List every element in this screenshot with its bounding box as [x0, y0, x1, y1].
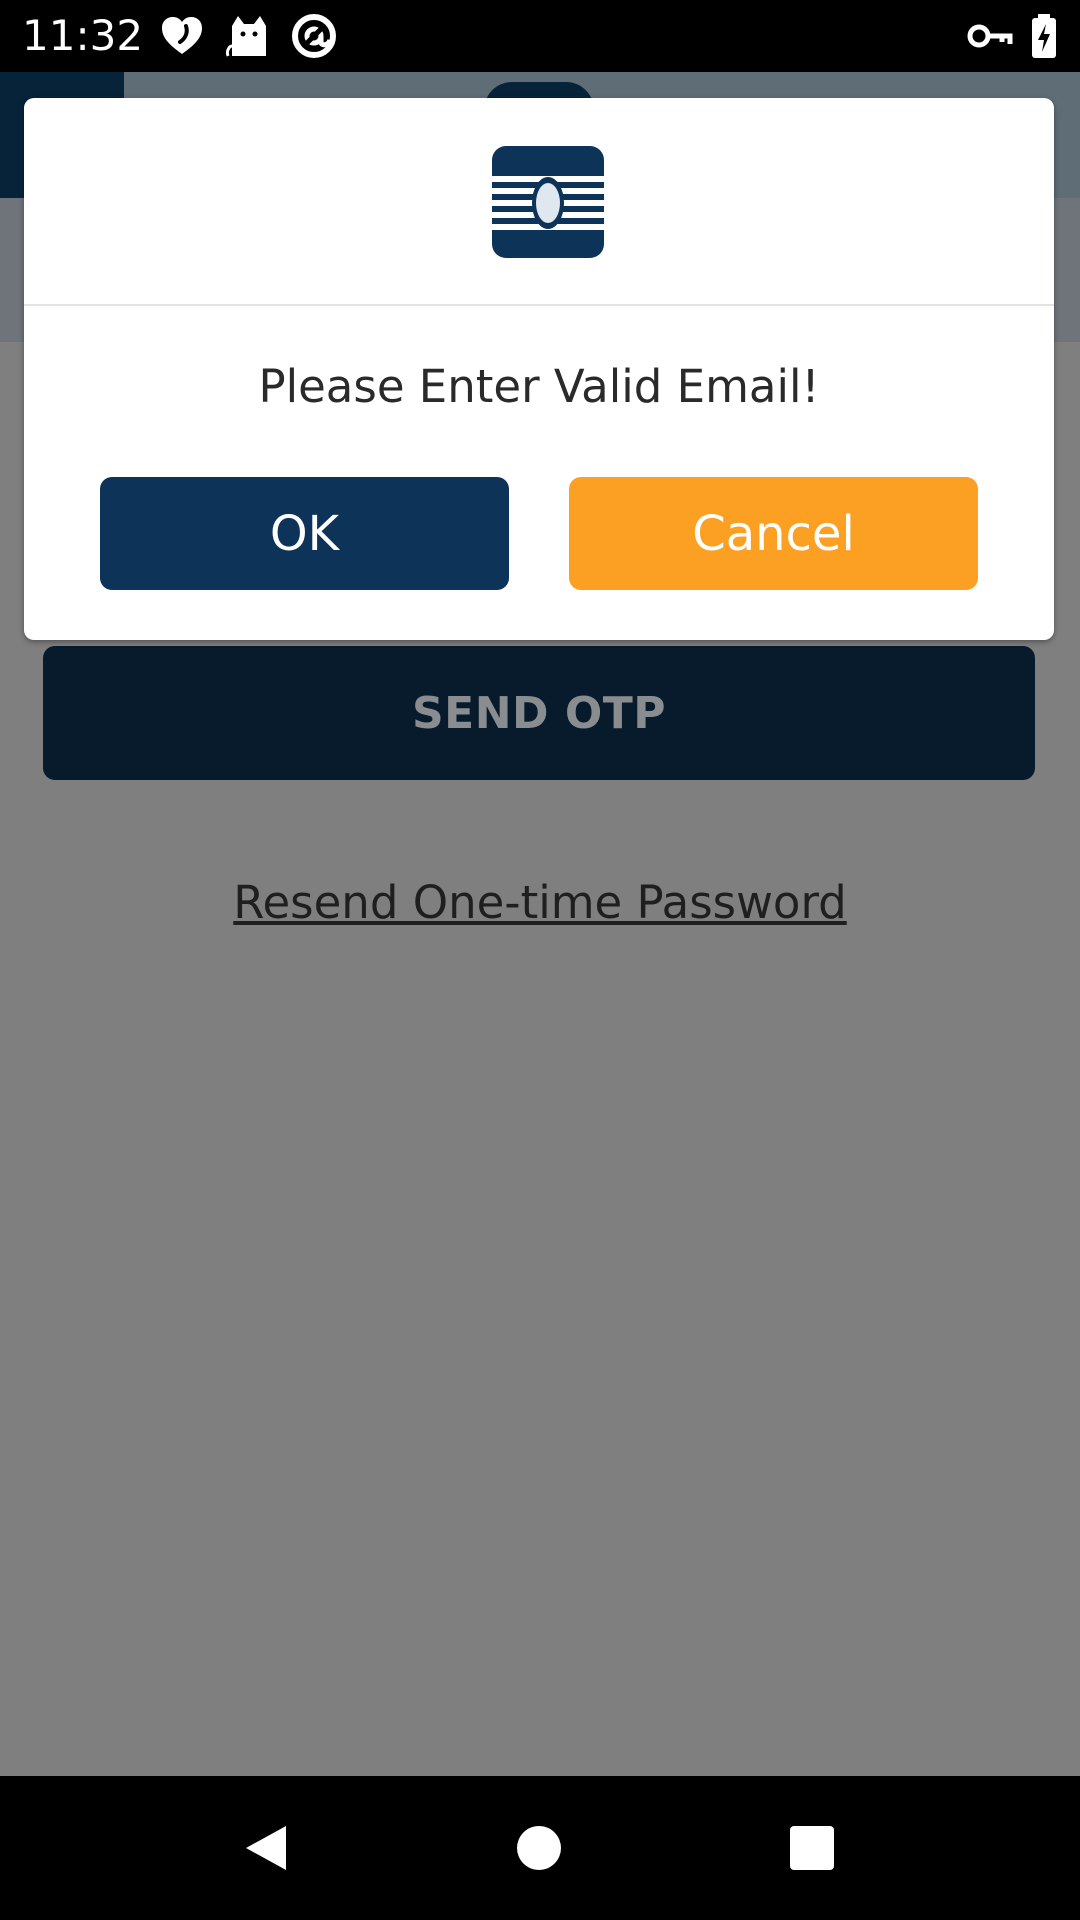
status-bar: 11:32 [0, 0, 1080, 72]
home-icon[interactable] [511, 1820, 567, 1876]
app-logo-icon [492, 146, 604, 258]
back-icon[interactable] [238, 1820, 294, 1876]
status-time: 11:32 [22, 11, 144, 60]
navigation-bar [0, 1776, 1080, 1920]
at-sign-icon [290, 12, 338, 60]
dialog-divider [24, 304, 1054, 306]
heart-icon [158, 12, 206, 60]
dialog-message: Please Enter Valid Email! [258, 360, 820, 413]
battery-charging-icon [1020, 12, 1068, 60]
recents-icon[interactable] [784, 1820, 840, 1876]
cancel-button[interactable]: Cancel [569, 477, 978, 590]
alert-dialog: Please Enter Valid Email! OK Cancel [24, 98, 1054, 640]
cat-icon [224, 12, 272, 60]
key-icon [966, 12, 1014, 60]
ok-button[interactable]: OK [100, 477, 509, 590]
send-otp-button[interactable]: SEND OTP [43, 646, 1035, 780]
resend-otp-link[interactable]: Resend One-time Password [0, 876, 1080, 929]
